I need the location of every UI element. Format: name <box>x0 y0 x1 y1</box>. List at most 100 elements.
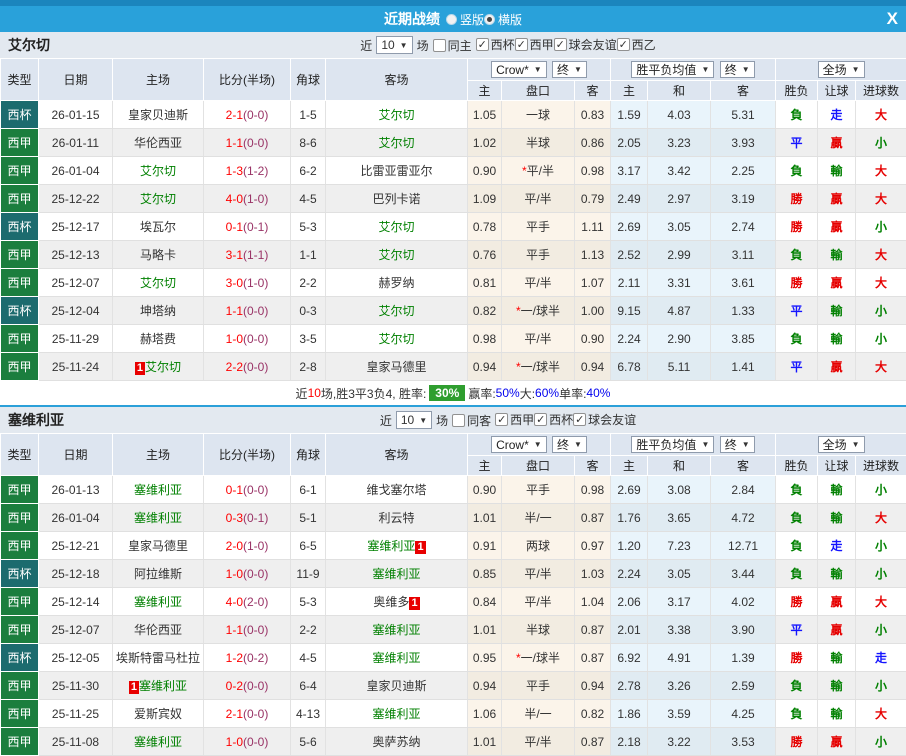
odds-away: 0.98 <box>575 157 611 185</box>
layout-radio-option[interactable]: 横版 <box>484 11 522 28</box>
league-filter-group: 西甲西杯球会友谊 <box>495 411 636 429</box>
halftime-score: (0-1) <box>243 220 268 234</box>
odds-handicap: 平手 <box>502 476 575 504</box>
match-score: 0-1(0-0) <box>204 476 291 504</box>
avg-away: 3.61 <box>711 269 776 297</box>
odds-home: 0.94 <box>468 672 502 700</box>
match-count-select[interactable]: 10 <box>396 411 432 429</box>
avg-draw: 4.03 <box>648 101 711 129</box>
home-team-name: 艾尔切 <box>145 360 181 374</box>
away-team: 奥维多1 <box>326 588 468 616</box>
away-team-name: 利云特 <box>378 511 414 525</box>
odds-company-select[interactable]: Crow* <box>491 61 547 78</box>
odds-state-select[interactable]: 终 <box>552 61 587 78</box>
odds-handicap: *一/球半 <box>502 353 575 381</box>
league-label: 西甲 <box>530 36 554 53</box>
fulltime-score: 0-1 <box>226 220 243 234</box>
layout-radio-option[interactable]: 竖版 <box>446 11 484 28</box>
corner-score: 2-2 <box>291 616 326 644</box>
redcard-badge: 1 <box>135 362 145 375</box>
away-team-name: 艾尔切 <box>378 220 414 234</box>
filter-suffix-label: 场 <box>436 412 448 429</box>
goals-result-cell: 小 <box>856 672 906 700</box>
match-score: 2-0(1-0) <box>204 532 291 560</box>
corner-score: 1-5 <box>291 101 326 129</box>
odds-home: 1.01 <box>468 728 502 756</box>
halftime-score: (0-0) <box>243 136 268 150</box>
halftime-score: (0-0) <box>243 108 268 122</box>
league-filter[interactable]: 西乙 <box>617 36 656 53</box>
match-date: 25-12-13 <box>39 241 113 269</box>
away-team: 赫罗纳 <box>326 269 468 297</box>
handicap-text: 平/半 <box>524 595 551 609</box>
section-header: 塞维利亚 近 10 场 同客 西甲西杯球会友谊 <box>0 405 906 433</box>
league-filter[interactable]: 西杯 <box>534 411 573 428</box>
radio-icon[interactable] <box>446 14 457 25</box>
summary-segment: 单率: <box>559 385 586 402</box>
league-filter[interactable]: 西甲 <box>515 36 554 53</box>
corner-score: 4-13 <box>291 700 326 728</box>
league-checkbox[interactable] <box>534 413 547 426</box>
league-filter[interactable]: 西杯 <box>476 36 515 53</box>
odds-handicap: *一/球半 <box>502 297 575 325</box>
odds-home: 1.09 <box>468 185 502 213</box>
avg-draw: 3.05 <box>648 560 711 588</box>
league-checkbox[interactable] <box>476 38 489 51</box>
scope-select[interactable]: 全场 <box>818 61 865 78</box>
col-header-result: 胜负 <box>776 456 818 476</box>
same-venue-filter[interactable]: 同主 <box>433 37 472 54</box>
fulltime-score: 1-1 <box>226 304 243 318</box>
close-icon[interactable]: X <box>887 7 898 31</box>
avg-home: 6.78 <box>611 353 648 381</box>
match-type-badge: 西甲 <box>1 129 39 157</box>
filter-suffix-label: 场 <box>417 37 429 54</box>
avg-away: 3.53 <box>711 728 776 756</box>
avg-select[interactable]: 胜平负均值 <box>631 61 714 78</box>
result-cell: 平 <box>776 616 818 644</box>
let-result-cell: 輸 <box>818 325 856 353</box>
match-score: 0-1(0-1) <box>204 213 291 241</box>
match-type-badge: 西甲 <box>1 672 39 700</box>
match-count-select[interactable]: 10 <box>376 36 412 54</box>
match-row: 西杯25-12-04坤塔纳1-1(0-0)0-3艾尔切0.82*一/球半1.00… <box>1 297 906 325</box>
match-row: 西甲25-11-301塞维利亚0-2(0-0)6-4皇家贝迪斯0.94平手0.9… <box>1 672 906 700</box>
team-name: 塞维利亚 <box>8 410 64 430</box>
league-checkbox[interactable] <box>573 413 586 426</box>
halftime-score: (0-0) <box>243 623 268 637</box>
league-filter[interactable]: 球会友谊 <box>573 411 636 428</box>
away-team-name: 比雷亚雷亚尔 <box>360 164 432 178</box>
league-checkbox[interactable] <box>515 38 528 51</box>
league-checkbox[interactable] <box>617 38 630 51</box>
scope-select[interactable]: 全场 <box>818 436 865 453</box>
match-score: 4-0(1-0) <box>204 185 291 213</box>
home-team-name: 华伦西亚 <box>134 623 182 637</box>
same-venue-checkbox[interactable] <box>433 39 446 52</box>
league-checkbox[interactable] <box>554 38 567 51</box>
league-checkbox[interactable] <box>495 413 508 426</box>
league-filter[interactable]: 西甲 <box>495 411 534 428</box>
radio-icon[interactable] <box>484 14 495 25</box>
away-team: 艾尔切 <box>326 241 468 269</box>
same-venue-checkbox[interactable] <box>452 414 465 427</box>
home-team-name: 爱斯宾奴 <box>134 707 182 721</box>
avg-state-select[interactable]: 终 <box>720 436 755 453</box>
avg-draw: 2.97 <box>648 185 711 213</box>
avg-select[interactable]: 胜平负均值 <box>631 436 714 453</box>
avg-draw: 3.08 <box>648 476 711 504</box>
home-team: 华伦西亚 <box>113 616 204 644</box>
handicap-text: 平手 <box>526 220 550 234</box>
same-venue-filter[interactable]: 同客 <box>452 412 491 429</box>
col-header-avg-draw: 和 <box>648 456 711 476</box>
odds-company-select[interactable]: Crow* <box>491 436 547 453</box>
dialog-title: 近期战绩 <box>384 9 440 29</box>
avg-away: 2.25 <box>711 157 776 185</box>
goals-result-cell: 小 <box>856 560 906 588</box>
let-result-cell: 輸 <box>818 241 856 269</box>
avg-state-select[interactable]: 终 <box>720 61 755 78</box>
league-filter[interactable]: 球会友谊 <box>554 36 617 53</box>
match-row: 西甲25-12-07华伦西亚1-1(0-0)2-2塞维利亚1.01半球0.872… <box>1 616 906 644</box>
match-date: 26-01-04 <box>39 157 113 185</box>
odds-state-select[interactable]: 终 <box>552 436 587 453</box>
home-team-name: 塞维利亚 <box>134 511 182 525</box>
goals-result-cell: 小 <box>856 297 906 325</box>
